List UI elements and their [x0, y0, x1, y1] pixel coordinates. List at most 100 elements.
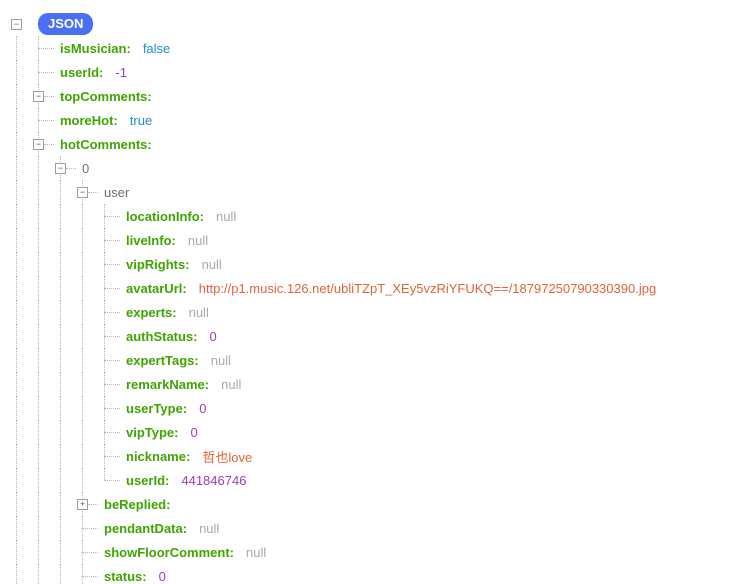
indent-cell	[98, 396, 120, 420]
node-key: status	[104, 569, 142, 584]
indent-cell	[54, 516, 76, 540]
node-value: null	[199, 521, 219, 536]
indent-cell	[54, 444, 76, 468]
indent-cell	[32, 372, 54, 396]
colon: :	[182, 281, 186, 296]
node-index: 0	[82, 161, 89, 176]
tree-row: avatarUrl : http://p1.music.126.net/ubliT…	[10, 276, 743, 300]
collapse-icon[interactable]: −	[33, 91, 44, 102]
tree-row: − user	[10, 180, 743, 204]
colon: :	[99, 65, 103, 80]
indent-cell	[32, 516, 54, 540]
node-key: beReplied	[104, 497, 166, 512]
colon: :	[174, 425, 178, 440]
indent-cell	[10, 372, 32, 396]
indent-cell	[32, 156, 54, 180]
indent-cell	[76, 516, 98, 540]
node-key: experts	[126, 305, 172, 320]
indent-cell	[76, 252, 98, 276]
indent-cell	[32, 468, 54, 492]
indent-cell	[10, 60, 32, 84]
colon: :	[147, 137, 151, 152]
node-value: 哲也love	[202, 447, 252, 466]
indent-cell: +	[76, 492, 98, 516]
indent-cell	[32, 60, 54, 84]
indent-cell	[76, 348, 98, 372]
indent-cell	[98, 348, 120, 372]
colon: :	[194, 353, 198, 368]
node-value: 0	[191, 425, 198, 440]
indent-cell	[98, 204, 120, 228]
tree-row: pendantData :null	[10, 516, 743, 540]
indent-cell	[32, 540, 54, 564]
indent-cell	[10, 324, 32, 348]
indent-cell	[10, 156, 32, 180]
node-value: null	[189, 305, 209, 320]
node-index: user	[104, 185, 129, 200]
indent-cell	[32, 564, 54, 584]
colon: :	[172, 305, 176, 320]
tree-row: −topComments :	[10, 84, 743, 108]
indent-cell	[76, 372, 98, 396]
indent-cell: −	[54, 156, 76, 180]
indent-cell	[76, 564, 98, 584]
indent-cell	[10, 348, 32, 372]
indent-cell	[32, 204, 54, 228]
indent-cell	[10, 396, 32, 420]
indent-cell	[54, 492, 76, 516]
node-value: http://p1.music.126.net/ubliTZpT_XEy5vzR…	[199, 281, 656, 296]
colon: :	[142, 569, 146, 584]
indent-cell	[76, 276, 98, 300]
indent-cell	[98, 276, 120, 300]
node-key: nickname	[126, 449, 186, 464]
node-value: 0	[199, 401, 206, 416]
node-key: topComments	[60, 89, 147, 104]
indent-cell	[32, 300, 54, 324]
node-key: remarkName	[126, 377, 205, 392]
node-value: null	[202, 257, 222, 272]
indent-cell	[76, 444, 98, 468]
tree-row: nickname :哲也love	[10, 444, 743, 468]
indent-cell	[10, 516, 32, 540]
tree-row: showFloorComment :null	[10, 540, 743, 564]
tree-row: authStatus :0	[10, 324, 743, 348]
indent-cell	[10, 300, 32, 324]
indent-cell	[54, 252, 76, 276]
node-value: null	[221, 377, 241, 392]
node-value: -1	[115, 65, 127, 80]
node-key: pendantData	[104, 521, 183, 536]
collapse-icon[interactable]: −	[77, 187, 88, 198]
tree-row: −JSON	[10, 12, 743, 36]
indent-cell	[10, 84, 32, 108]
expand-icon[interactable]: +	[77, 499, 88, 510]
tree-row: liveInfo :null	[10, 228, 743, 252]
indent-cell	[76, 420, 98, 444]
tree-row: vipRights :null	[10, 252, 743, 276]
indent-cell	[98, 228, 120, 252]
indent-cell	[32, 444, 54, 468]
indent-cell	[76, 396, 98, 420]
colon: :	[185, 257, 189, 272]
node-key: userId	[60, 65, 99, 80]
node-key: expertTags	[126, 353, 194, 368]
indent-cell	[10, 36, 32, 60]
collapse-icon[interactable]: −	[55, 163, 66, 174]
tree-row: vipType :0	[10, 420, 743, 444]
collapse-icon[interactable]: −	[33, 139, 44, 150]
indent-cell	[54, 228, 76, 252]
indent-cell: −	[32, 132, 54, 156]
indent-cell	[98, 252, 120, 276]
colon: :	[200, 209, 204, 224]
indent-cell	[10, 420, 32, 444]
tree-row: remarkName :null	[10, 372, 743, 396]
node-value: true	[130, 113, 152, 128]
indent-cell	[32, 348, 54, 372]
colon: :	[230, 545, 234, 560]
indent-cell	[10, 540, 32, 564]
indent-cell	[32, 36, 54, 60]
node-key: authStatus	[126, 329, 193, 344]
node-key: avatarUrl	[126, 281, 182, 296]
collapse-icon[interactable]: −	[11, 19, 22, 30]
indent-cell	[98, 300, 120, 324]
tree-row: userType :0	[10, 396, 743, 420]
